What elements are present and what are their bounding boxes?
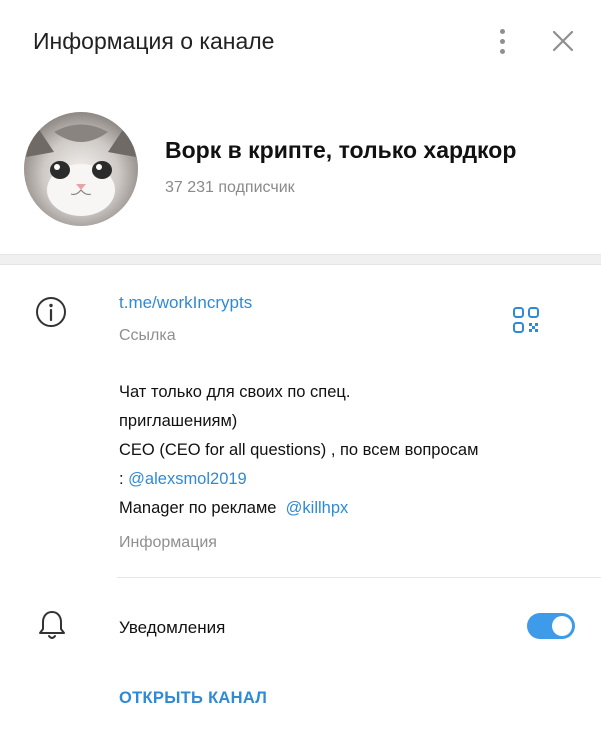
channel-name: Ворк в крипте, только хардкор <box>165 137 517 163</box>
row-divider <box>117 577 601 578</box>
toggle-knob <box>552 616 572 636</box>
more-vertical-icon[interactable] <box>488 24 516 58</box>
description-line: Чат только для своих по спец. <box>119 383 351 401</box>
link-label: Ссылка <box>119 327 176 344</box>
mention-link[interactable]: @killhpx <box>286 499 349 517</box>
avatar[interactable] <box>24 112 138 226</box>
info-icon <box>34 295 68 329</box>
description-line: Manager по рекламе @killhpx <box>119 494 579 523</box>
mention-link[interactable]: @alexsmol2019 <box>128 470 247 488</box>
section-divider <box>0 254 601 265</box>
description-line: CEO (CEO for all questions) , по всем во… <box>119 441 479 459</box>
description-text: : <box>119 470 129 488</box>
description-line: приглашениям) <box>119 412 238 430</box>
description-label: Информация <box>119 534 217 551</box>
subscriber-count: 37 231 подписчик <box>165 179 295 196</box>
open-channel-button[interactable]: ОТКРЫТЬ КАНАЛ <box>119 686 267 710</box>
channel-profile: Ворк в крипте, только хардкор 37 231 под… <box>0 84 601 254</box>
bell-icon <box>36 608 68 642</box>
channel-description: Чат только для своих по спец. приглашени… <box>119 378 579 523</box>
page-title: Информация о канале <box>33 28 275 54</box>
notifications-label: Уведомления <box>119 618 226 637</box>
description-line: : @alexsmol2019 <box>119 465 579 494</box>
notifications-toggle[interactable] <box>527 613 575 639</box>
header: Информация о канале <box>0 0 601 84</box>
qr-code-icon[interactable] <box>512 306 540 334</box>
channel-link[interactable]: t.me/workIncrypts <box>119 291 252 315</box>
close-icon[interactable] <box>548 26 578 56</box>
description-text: Manager по рекламе <box>119 499 286 517</box>
